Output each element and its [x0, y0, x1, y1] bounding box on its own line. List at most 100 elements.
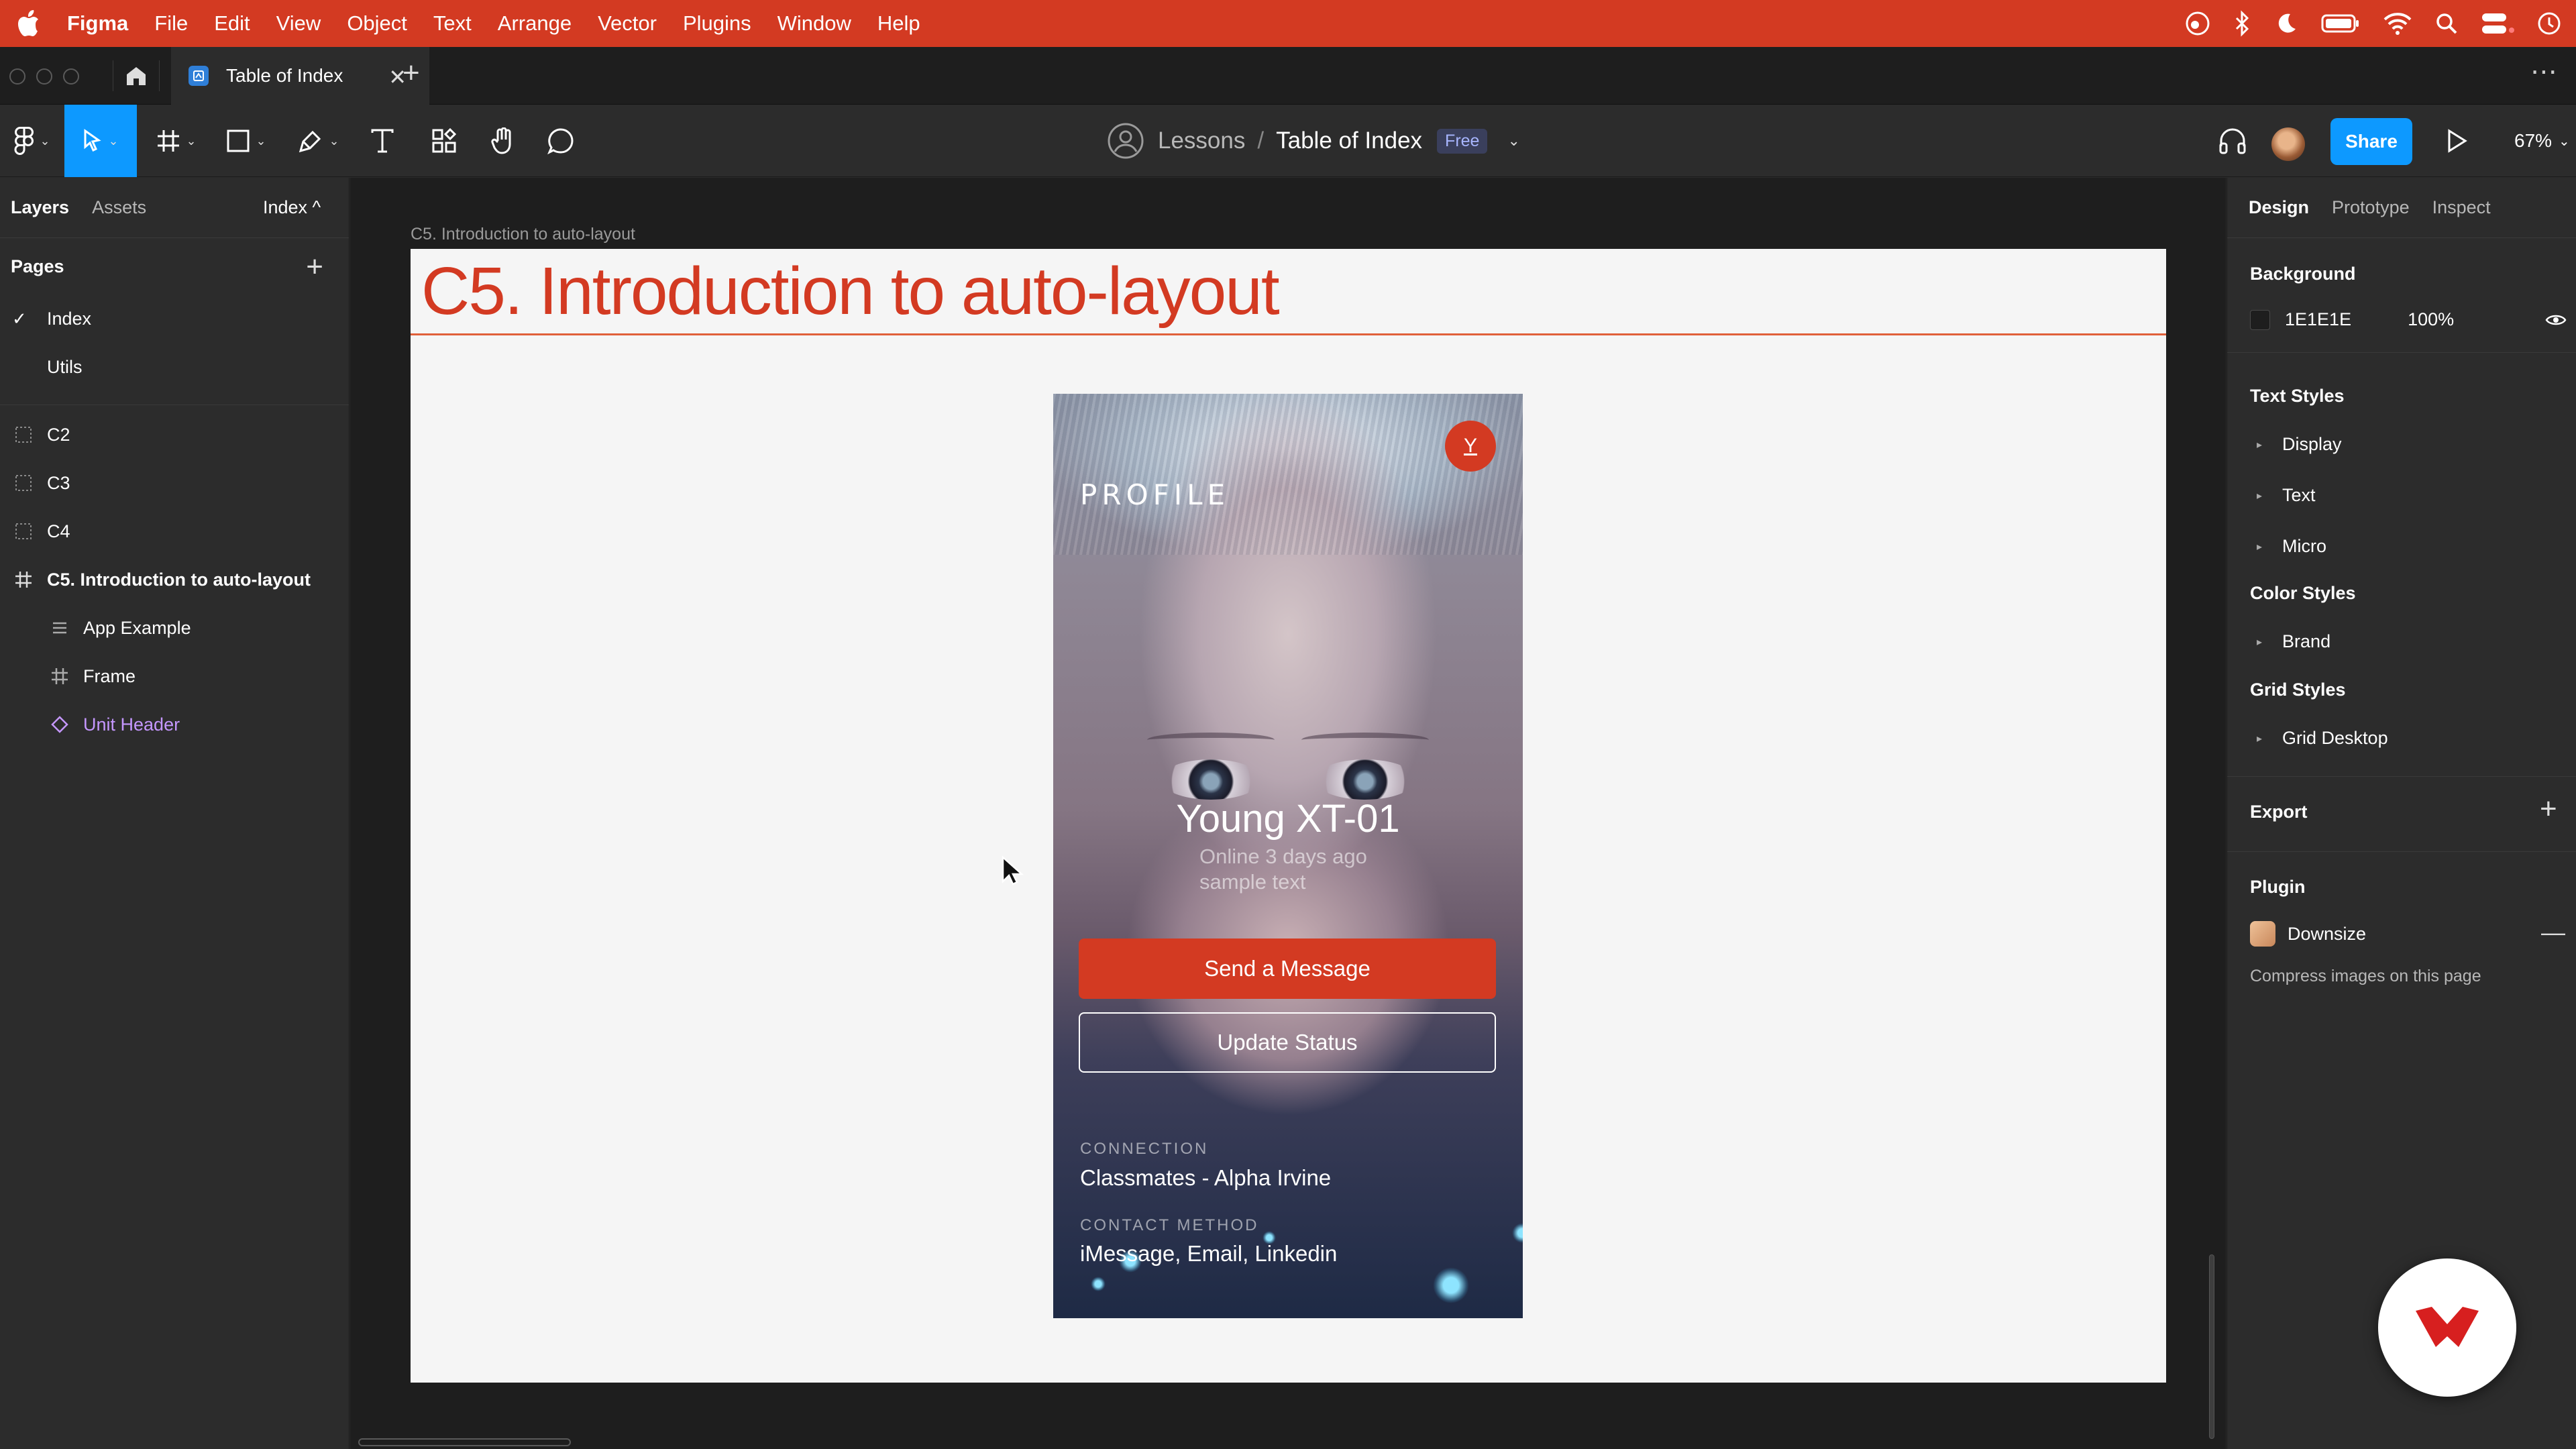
- wifi-icon[interactable]: [2383, 11, 2412, 36]
- close-window-button[interactable]: [9, 68, 25, 85]
- battery-icon[interactable]: [2321, 13, 2360, 34]
- add-export-button[interactable]: +: [2540, 792, 2557, 826]
- portrait-brow: [1301, 733, 1429, 747]
- profile-online-status: Online 3 days ago: [1199, 845, 1367, 868]
- profile-badge[interactable]: Y: [1445, 421, 1496, 472]
- layer-c4[interactable]: C4: [0, 507, 349, 555]
- chevron-down-icon[interactable]: ⌄: [1507, 132, 1519, 150]
- profile-heading: PROFILE: [1080, 478, 1230, 511]
- connection-label: CONNECTION: [1080, 1140, 1209, 1158]
- background-hex[interactable]: 1E1E1E: [2285, 309, 2351, 330]
- remove-plugin-icon[interactable]: —: [2541, 918, 2565, 947]
- background-opacity[interactable]: 100%: [2408, 309, 2454, 330]
- menu-window[interactable]: Window: [777, 11, 851, 36]
- menu-edit[interactable]: Edit: [214, 11, 250, 36]
- move-tool[interactable]: ⌄: [64, 105, 137, 177]
- team-avatar-icon[interactable]: [1107, 122, 1144, 160]
- clock-icon[interactable]: [2537, 11, 2561, 36]
- add-page-button[interactable]: +: [306, 250, 323, 284]
- breadcrumb-file-name[interactable]: Table of Index: [1276, 127, 1422, 154]
- breadcrumb-team[interactable]: Lessons: [1158, 127, 1245, 154]
- zoom-control[interactable]: 67% ⌄: [2514, 105, 2570, 177]
- profile-card-app-example[interactable]: Y PROFILE Young XT-01 Online 3 days ago …: [1053, 394, 1523, 1318]
- bluetooth-icon[interactable]: [2234, 10, 2251, 37]
- page-selector[interactable]: Index ^: [263, 197, 321, 218]
- file-tab[interactable]: Table of Index ✕: [171, 47, 429, 105]
- update-status-button[interactable]: Update Status: [1079, 1012, 1496, 1073]
- layers-panel: Layers Assets Index ^ Pages + ✓ Index Ut…: [0, 178, 350, 1449]
- text-style-text[interactable]: ▸ Text: [2250, 485, 2316, 506]
- hand-tool[interactable]: [483, 105, 523, 177]
- home-button[interactable]: [113, 60, 160, 91]
- portrait-brow: [1147, 733, 1275, 747]
- more-options-icon[interactable]: ⋯: [2530, 56, 2559, 87]
- tab-assets[interactable]: Assets: [92, 197, 146, 218]
- menu-plugins[interactable]: Plugins: [683, 11, 751, 36]
- grid-style-desktop[interactable]: ▸ Grid Desktop: [2250, 728, 2388, 749]
- left-panel-tabs: Layers Assets Index ^: [0, 178, 349, 238]
- layer-c3[interactable]: C3: [0, 459, 349, 507]
- minimize-window-button[interactable]: [36, 68, 52, 85]
- disclosure-triangle-icon: ▸: [2257, 439, 2263, 451]
- menu-text[interactable]: Text: [433, 11, 472, 36]
- present-play-icon[interactable]: [2446, 129, 2469, 153]
- apple-logo-icon[interactable]: [17, 10, 40, 37]
- design-canvas[interactable]: C5. Introduction to auto-layout C5. Intr…: [350, 178, 2226, 1449]
- text-tool[interactable]: [362, 105, 402, 177]
- c5-frame[interactable]: C5. Introduction to auto-layout Y PROFIL…: [411, 249, 2166, 1383]
- menu-view[interactable]: View: [276, 11, 321, 36]
- sparkle: [1433, 1267, 1469, 1303]
- user-avatar[interactable]: [2271, 127, 2305, 161]
- menu-help[interactable]: Help: [877, 11, 920, 36]
- zoom-window-button[interactable]: [63, 68, 79, 85]
- chevron-down-icon: ⌄: [108, 133, 119, 148]
- background-swatch[interactable]: [2250, 309, 2270, 330]
- layer-c2[interactable]: C2: [0, 411, 349, 459]
- send-message-button[interactable]: Send a Message: [1079, 938, 1496, 999]
- export-title: Export: [2250, 802, 2308, 822]
- menu-vector[interactable]: Vector: [598, 11, 657, 36]
- moon-icon[interactable]: [2274, 11, 2298, 36]
- pen-tool[interactable]: ⌄: [288, 105, 349, 177]
- page-item-index[interactable]: ✓ Index: [0, 294, 349, 343]
- search-icon[interactable]: [2435, 12, 2458, 35]
- menu-arrange[interactable]: Arrange: [498, 11, 572, 36]
- text-style-micro[interactable]: ▸ Micro: [2250, 536, 2326, 557]
- menu-file[interactable]: File: [154, 11, 188, 36]
- page-item-utils[interactable]: Utils: [0, 343, 349, 391]
- layer-frame[interactable]: Frame: [0, 652, 349, 700]
- frame-tool[interactable]: ⌄: [146, 105, 207, 177]
- new-tab-button[interactable]: +: [402, 56, 420, 90]
- comment-tool[interactable]: [541, 105, 581, 177]
- shape-tool[interactable]: ⌄: [216, 105, 276, 177]
- canvas-vertical-scrollbar[interactable]: [2209, 1254, 2214, 1439]
- share-button[interactable]: Share: [2330, 118, 2412, 165]
- layer-app-example[interactable]: App Example: [0, 604, 349, 652]
- tab-layers[interactable]: Layers: [11, 197, 69, 218]
- main-menu-button[interactable]: ⌄: [0, 105, 64, 177]
- resources-tool[interactable]: [424, 105, 464, 177]
- menu-object[interactable]: Object: [347, 11, 407, 36]
- tab-design[interactable]: Design: [2249, 197, 2309, 218]
- plugin-row-downsize[interactable]: Downsize: [2250, 921, 2366, 947]
- frame-name-label[interactable]: C5. Introduction to auto-layout: [411, 225, 635, 244]
- tab-prototype[interactable]: Prototype: [2332, 197, 2410, 218]
- tab-inspect[interactable]: Inspect: [2432, 197, 2491, 218]
- text-style-display[interactable]: ▸ Display: [2250, 434, 2342, 455]
- creative-cloud-icon[interactable]: [2184, 10, 2211, 37]
- canvas-horizontal-scrollbar[interactable]: [358, 1438, 571, 1446]
- right-panel-tabs: Design Prototype Inspect: [2227, 178, 2576, 238]
- background-fill-row[interactable]: 1E1E1E 100%: [2250, 309, 2567, 330]
- layer-unit-header[interactable]: Unit Header: [0, 700, 349, 749]
- color-style-brand[interactable]: ▸ Brand: [2250, 631, 2330, 652]
- eye-visibility-icon[interactable]: [2545, 313, 2567, 327]
- style-label: Text: [2282, 485, 2316, 505]
- pages-title: Pages: [11, 256, 64, 276]
- menu-app-figma[interactable]: Figma: [67, 11, 128, 36]
- layer-label: C4: [47, 521, 70, 541]
- control-center-icon[interactable]: [2481, 12, 2514, 35]
- unit-header-title[interactable]: C5. Introduction to auto-layout: [421, 253, 1280, 330]
- contact-method-label: CONTACT METHOD: [1080, 1216, 1259, 1234]
- layer-c5-frame[interactable]: C5. Introduction to auto-layout: [0, 555, 349, 604]
- headphones-icon[interactable]: [2218, 126, 2247, 156]
